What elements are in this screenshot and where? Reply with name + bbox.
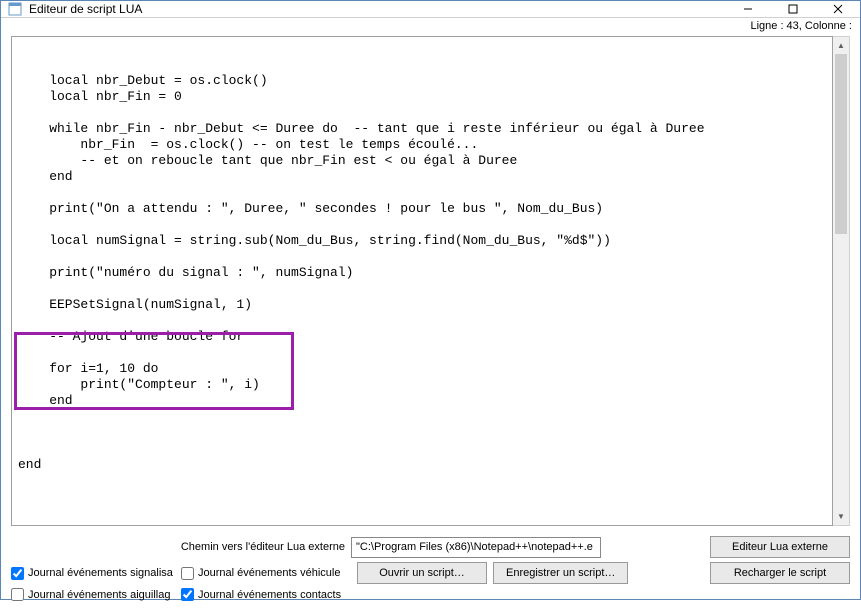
checkbox-switch[interactable]: Journal événements aiguillag: [11, 588, 181, 601]
code-line: for i=1, 10 do: [18, 361, 158, 376]
checkbox-switch-label: Journal événements aiguillag: [28, 589, 170, 601]
code-editor[interactable]: local nbr_Debut = os.clock() local nbr_F…: [11, 36, 833, 526]
open-script-button[interactable]: Ouvrir un script…: [357, 562, 487, 584]
close-button[interactable]: [815, 1, 860, 17]
code-line: end: [18, 169, 73, 184]
editor-area: local nbr_Debut = os.clock() local nbr_F…: [11, 36, 850, 526]
code-line: while nbr_Fin - nbr_Debut <= Duree do --…: [18, 121, 705, 136]
checkbox-signal[interactable]: Journal événements signalisa: [11, 567, 181, 580]
code-line: nbr_Fin = os.clock() -- on test le temps…: [18, 137, 478, 152]
titlebar: Editeur de script LUA: [1, 1, 860, 18]
checkbox-contacts[interactable]: Journal événements contacts: [181, 588, 351, 601]
code-line: -- et on reboucle tant que nbr_Fin est <…: [18, 153, 517, 168]
code-line: local nbr_Debut = os.clock(): [18, 73, 268, 88]
external-editor-button[interactable]: Editeur Lua externe: [710, 536, 850, 558]
code-line: -- Ajout d'une boucle for: [18, 329, 244, 344]
scroll-down-arrow[interactable]: ▼: [833, 508, 849, 525]
reload-script-button[interactable]: Recharger le script: [710, 562, 850, 584]
code-line: print("On a attendu : ", Duree, " second…: [18, 201, 603, 216]
scroll-thumb[interactable]: [835, 54, 847, 234]
minimize-button[interactable]: [725, 1, 770, 17]
app-icon: [7, 1, 23, 17]
checkbox-vehicle-input[interactable]: [181, 567, 194, 580]
cursor-position: Ligne : 43, Colonne :: [750, 20, 852, 32]
code-line: end: [18, 457, 41, 472]
checkbox-signal-label: Journal événements signalisa: [28, 567, 173, 579]
checkbox-switch-input[interactable]: [11, 588, 24, 601]
code-line: print("Compteur : ", i): [18, 377, 260, 392]
window-title: Editeur de script LUA: [29, 2, 142, 16]
code-line: end: [18, 393, 73, 408]
code-line: local nbr_Fin = 0: [18, 89, 182, 104]
code-line: local numSignal = string.sub(Nom_du_Bus,…: [18, 233, 611, 248]
checkbox-contacts-input[interactable]: [181, 588, 194, 601]
code-line: print("numéro du signal : ", numSignal): [18, 265, 353, 280]
window-controls: [725, 1, 860, 17]
status-bar: Ligne : 43, Colonne :: [1, 18, 860, 32]
checkbox-signal-input[interactable]: [11, 567, 24, 580]
code-line: EEPSetSignal(numSignal, 1): [18, 297, 252, 312]
checkbox-vehicle-label: Journal événements véhicule: [198, 567, 340, 579]
vertical-scrollbar[interactable]: ▲ ▼: [833, 36, 850, 526]
checkbox-contacts-label: Journal événements contacts: [198, 589, 341, 601]
external-path-label: Chemin vers l'éditeur Lua externe: [11, 541, 351, 553]
bottom-panel: Chemin vers l'éditeur Lua externe Editeu…: [1, 530, 860, 611]
scroll-up-arrow[interactable]: ▲: [833, 37, 849, 54]
maximize-button[interactable]: [770, 1, 815, 17]
save-script-button[interactable]: Enregistrer un script…: [493, 562, 628, 584]
external-path-input[interactable]: [351, 537, 601, 558]
checkbox-vehicle[interactable]: Journal événements véhicule: [181, 567, 351, 580]
